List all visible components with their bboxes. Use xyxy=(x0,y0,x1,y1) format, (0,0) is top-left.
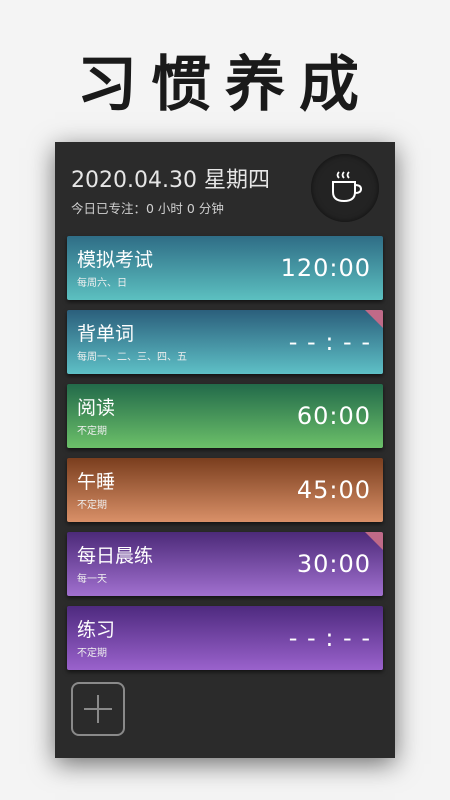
habit-name: 每日晨练 xyxy=(77,545,154,567)
habit-card[interactable]: 午睡不定期 45:00 xyxy=(67,458,383,522)
habit-name: 午睡 xyxy=(77,471,116,493)
coffee-button[interactable] xyxy=(311,154,379,222)
add-habit-button[interactable] xyxy=(71,682,125,736)
habit-duration: - - : - - xyxy=(288,328,371,356)
habit-schedule: 每周六、日 xyxy=(77,278,127,289)
habit-card[interactable]: 阅读不定期 60:00 xyxy=(67,384,383,448)
habit-schedule: 每一天 xyxy=(77,574,107,585)
habit-schedule: 不定期 xyxy=(77,500,107,511)
habit-name: 练习 xyxy=(77,619,116,641)
habit-duration: 30:00 xyxy=(296,550,371,578)
habit-schedule: 不定期 xyxy=(77,648,107,659)
habit-name: 背单词 xyxy=(77,323,135,345)
habit-card[interactable]: 练习不定期 - - : - - xyxy=(67,606,383,670)
habit-schedule: 每周一、二、三、四、五 xyxy=(77,352,187,363)
corner-marker-icon xyxy=(365,532,383,550)
habit-card[interactable]: 模拟考试每周六、日 120:00 xyxy=(67,236,383,300)
app-banner-title: 习惯养成 xyxy=(77,50,373,120)
habit-duration: 60:00 xyxy=(296,402,371,430)
app-screen: 2020.04.30 星期四 今日已专注：0 小时 0 分钟 模拟考试每周六、日… xyxy=(55,142,395,758)
current-date: 2020.04.30 星期四 xyxy=(71,168,270,193)
today-focus-summary: 今日已专注：0 小时 0 分钟 xyxy=(71,201,224,216)
habit-card[interactable]: 背单词每周一、二、三、四、五 - - : - - xyxy=(67,310,383,374)
coffee-cup-icon xyxy=(332,171,363,203)
habit-schedule: 不定期 xyxy=(77,426,107,437)
habit-duration: - - : - - xyxy=(288,624,371,652)
habit-card[interactable]: 每日晨练每一天 30:00 xyxy=(67,532,383,596)
plus-icon xyxy=(84,695,112,723)
habit-duration: 45:00 xyxy=(296,476,371,504)
habit-name: 阅读 xyxy=(77,397,116,419)
habit-duration: 120:00 xyxy=(280,254,371,282)
corner-marker-icon xyxy=(365,310,383,328)
habit-name: 模拟考试 xyxy=(77,249,154,271)
